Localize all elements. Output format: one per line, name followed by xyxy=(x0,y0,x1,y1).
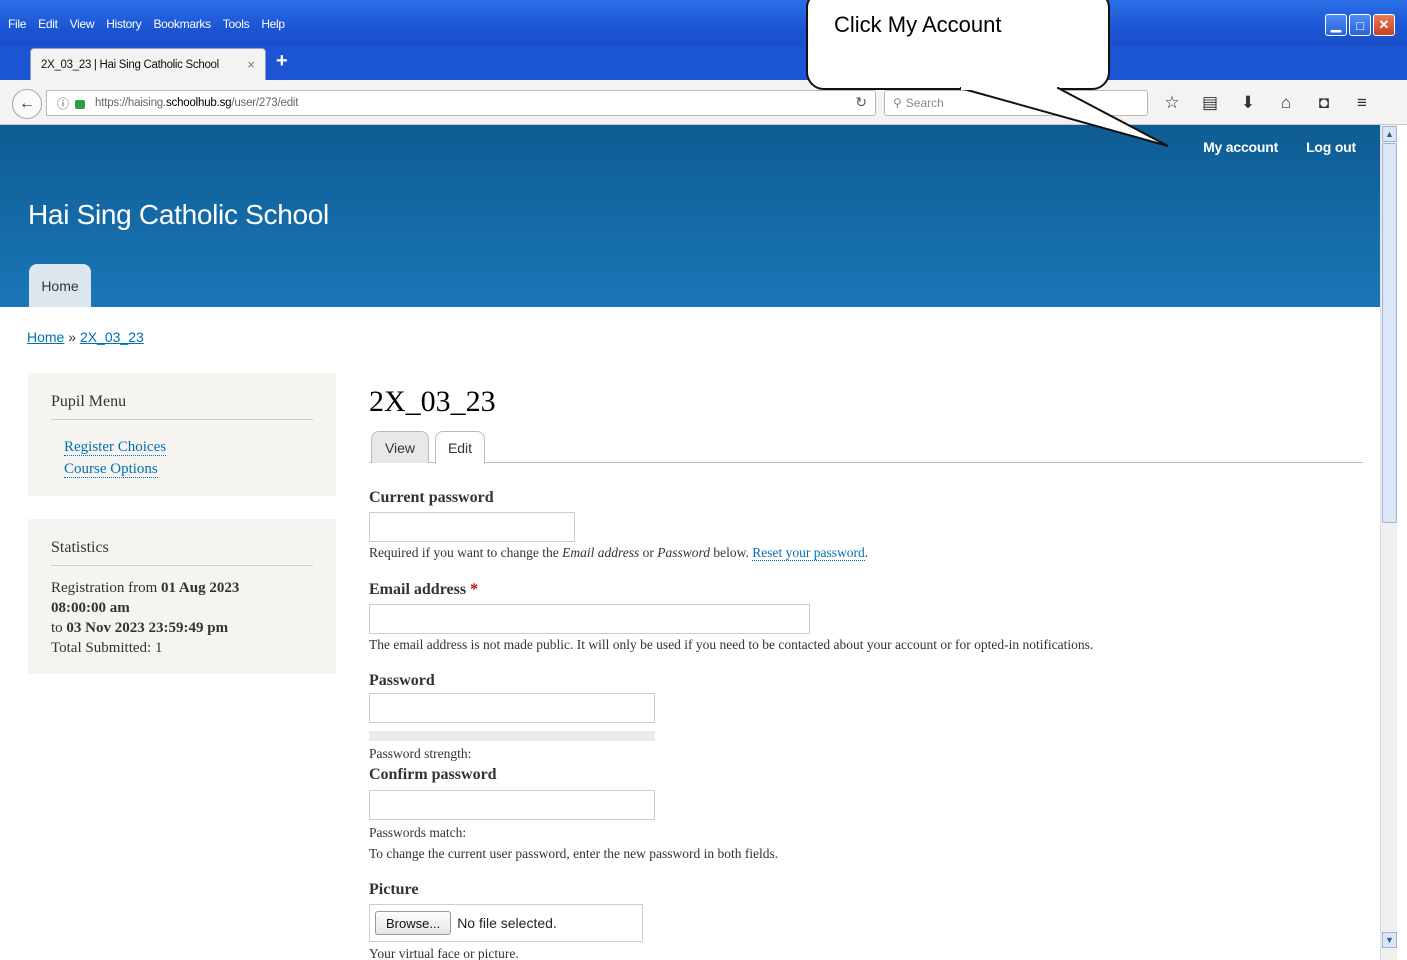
info-icon[interactable]: ⓘ xyxy=(57,95,69,112)
picture-label: Picture xyxy=(369,881,419,898)
page-tabs: View Edit xyxy=(369,431,1363,464)
site-header: My account Log out Hai Sing Catholic Sch… xyxy=(0,125,1380,307)
web-page: My account Log out Hai Sing Catholic Sch… xyxy=(0,125,1380,960)
menu-history[interactable]: History xyxy=(106,17,142,31)
register-choices-link[interactable]: Register Choices xyxy=(64,436,313,458)
main-menu-home[interactable]: Home xyxy=(29,264,91,307)
back-arrow-icon[interactable]: ← xyxy=(12,89,42,119)
picture-file-input[interactable]: Browse... No file selected. xyxy=(369,904,643,942)
browser-toolbar: ☆ ▤ ⬇ ⌂ ◘ ≡ xyxy=(1160,90,1374,116)
picture-description: Your virtual face or picture. xyxy=(369,946,519,960)
log-out-link[interactable]: Log out xyxy=(1306,139,1356,155)
search-placeholder: Search xyxy=(905,96,944,110)
password-strength-bar xyxy=(369,731,655,741)
email-description: The email address is not made public. It… xyxy=(369,637,1094,652)
main-content: 2X_03_23 View Edit xyxy=(369,385,1363,464)
browser-search-input[interactable]: ⚲ Search xyxy=(884,90,1148,116)
hamburger-menu-icon[interactable]: ≡ xyxy=(1350,90,1374,116)
site-name[interactable]: Hai Sing Catholic School xyxy=(28,199,329,231)
current-password-description: Required if you want to change the Email… xyxy=(369,545,869,561)
breadcrumb-current[interactable]: 2X_03_23 xyxy=(80,329,144,345)
new-tab-icon[interactable]: + xyxy=(276,50,288,73)
password-help-text: To change the current user password, ent… xyxy=(369,846,779,861)
total-submitted: Total Submitted: 1 xyxy=(51,640,163,656)
secondary-menu: My account Log out xyxy=(1203,139,1356,155)
maximize-icon[interactable]: □ xyxy=(1349,14,1371,36)
statistics-block: Statistics Registration from 01 Aug 2023… xyxy=(28,519,336,674)
browser-tab-active[interactable]: 2X_03_23 | Hai Sing Catholic School × xyxy=(30,48,266,80)
page-scrollbar[interactable]: ▲ ▼ xyxy=(1380,125,1397,960)
passwords-match-text: Passwords match: xyxy=(369,825,467,840)
url-bar[interactable]: ⓘ https://haising.schoolhub.sg/user/273/… xyxy=(46,90,876,116)
menu-view[interactable]: View xyxy=(70,17,95,31)
statistics-title: Statistics xyxy=(51,539,313,566)
close-window-icon[interactable]: ✕ xyxy=(1373,14,1395,36)
search-icon: ⚲ xyxy=(893,96,902,110)
no-file-text: No file selected. xyxy=(457,915,557,931)
browser-tabstrip: 2X_03_23 | Hai Sing Catholic School × + xyxy=(0,46,1407,80)
email-label: Email address * xyxy=(369,581,479,598)
password-label: Password xyxy=(369,672,435,689)
menu-help[interactable]: Help xyxy=(261,17,285,31)
registration-from: Registration from 01 Aug 2023 08:00:00 am xyxy=(51,580,240,616)
pupil-menu-block: Pupil Menu Register Choices Course Optio… xyxy=(28,373,336,496)
scrollbar-thumb[interactable] xyxy=(1382,143,1397,523)
url-text: https://haising.schoolhub.sg/user/273/ed… xyxy=(95,97,299,109)
scroll-up-icon[interactable]: ▲ xyxy=(1382,126,1397,142)
browse-button[interactable]: Browse... xyxy=(375,911,452,935)
callout-text: Click My Account xyxy=(834,12,1002,37)
window-controls: ▁ □ ✕ xyxy=(1325,14,1395,36)
my-account-link[interactable]: My account xyxy=(1203,139,1278,155)
tab-close-icon[interactable]: × xyxy=(247,57,255,72)
confirm-password-label: Confirm password xyxy=(369,766,497,783)
required-marker: * xyxy=(470,581,479,598)
menu-tools[interactable]: Tools xyxy=(223,17,250,31)
menu-file[interactable]: File xyxy=(8,17,26,31)
password-strength-text: Password strength: xyxy=(369,746,472,761)
page-title: 2X_03_23 xyxy=(369,385,496,418)
browser-navbar: ← ⓘ https://haising.schoolhub.sg/user/27… xyxy=(0,80,1407,125)
home-icon[interactable]: ⌂ xyxy=(1274,90,1298,116)
confirm-password-input[interactable] xyxy=(369,790,655,820)
password-input[interactable] xyxy=(369,693,655,723)
window-titlebar: File Edit View History Bookmarks Tools H… xyxy=(0,0,1407,46)
email-input[interactable] xyxy=(369,604,810,634)
reset-password-link[interactable]: Reset your password xyxy=(752,545,865,561)
breadcrumb-separator: » xyxy=(68,329,77,345)
current-password-label: Current password xyxy=(369,489,494,506)
breadcrumb: Home » 2X_03_23 xyxy=(27,329,144,345)
tab-edit[interactable]: Edit xyxy=(435,431,485,464)
registration-to: to 03 Nov 2023 23:59:49 pm xyxy=(51,620,229,636)
scroll-down-icon[interactable]: ▼ xyxy=(1382,932,1397,948)
browser-tab-title: 2X_03_23 | Hai Sing Catholic School xyxy=(41,58,219,71)
course-options-link[interactable]: Course Options xyxy=(64,458,313,480)
bookmark-star-icon[interactable]: ☆ xyxy=(1160,90,1184,116)
menu-edit[interactable]: Edit xyxy=(38,17,58,31)
reading-list-icon[interactable]: ▤ xyxy=(1198,90,1222,116)
tab-view[interactable]: View xyxy=(371,431,429,463)
lock-icon xyxy=(75,99,86,109)
minimize-icon[interactable]: ▁ xyxy=(1325,14,1347,36)
reload-icon[interactable]: ↻ xyxy=(855,94,867,111)
download-icon[interactable]: ⬇ xyxy=(1236,90,1260,116)
pupil-menu-title: Pupil Menu xyxy=(51,393,313,420)
browser-menubar: File Edit View History Bookmarks Tools H… xyxy=(8,17,285,31)
breadcrumb-home[interactable]: Home xyxy=(27,329,64,345)
menu-bookmarks[interactable]: Bookmarks xyxy=(153,17,211,31)
current-password-input[interactable] xyxy=(369,512,575,542)
pocket-icon[interactable]: ◘ xyxy=(1312,90,1336,116)
